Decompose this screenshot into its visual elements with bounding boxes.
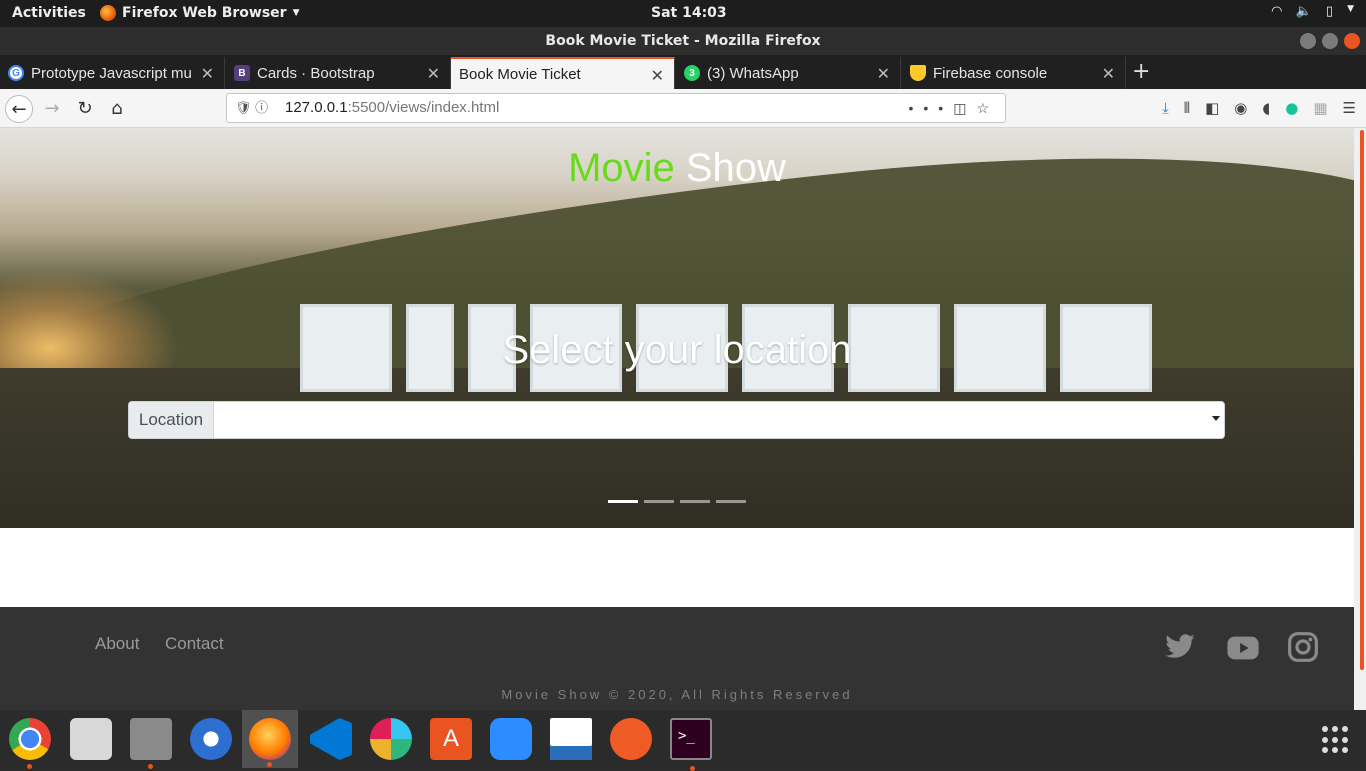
footer-link-about[interactable]: About (95, 634, 139, 654)
clock[interactable]: Sat 14:03 (651, 5, 727, 21)
brand-part-movie: Movie (568, 146, 675, 190)
rhythmbox-icon[interactable] (70, 718, 112, 760)
bookmark-star-icon[interactable]: ☆ (976, 100, 999, 116)
url-path: :5500/views/index.html (347, 99, 500, 116)
tab-label: Prototype Javascript mu (31, 64, 192, 82)
twitter-icon[interactable] (1164, 631, 1198, 665)
postman-icon[interactable] (610, 718, 652, 760)
system-tray[interactable]: ◠ 🔈 ▯ ▼ (1272, 4, 1354, 19)
tab-whatsapp[interactable]: 3 (3) WhatsApp ✕ (676, 57, 901, 89)
site-footer: About Contact Movie Show © 2020, All Rig… (0, 607, 1354, 710)
tab-bar: G Prototype Javascript mu ✕ B Cards · Bo… (0, 55, 1366, 89)
chevron-down-icon: ▼ (1347, 4, 1354, 14)
software-icon[interactable]: A (430, 718, 472, 760)
zoom-icon[interactable] (490, 718, 532, 760)
toolbar-icons: ⤓ ⫴ ◧ ◉ ◖ ● ▦ ☰ (1162, 99, 1356, 117)
tab-label: Cards · Bootstrap (257, 64, 375, 82)
chevron-down-icon: ▼ (292, 8, 300, 18)
bootstrap-icon: B (234, 65, 250, 81)
reload-button[interactable]: ↻ (71, 95, 99, 123)
library-icon[interactable]: ⫴ (1184, 99, 1190, 117)
close-tab-icon[interactable]: ✕ (651, 66, 664, 86)
footer-link-contact[interactable]: Contact (165, 634, 224, 654)
more-actions-icon[interactable]: ••• (908, 100, 953, 116)
close-tab-icon[interactable]: ✕ (201, 64, 214, 84)
tab-label: (3) WhatsApp (707, 64, 799, 82)
close-tab-icon[interactable]: ✕ (877, 64, 890, 84)
tab-cards-bootstrap[interactable]: B Cards · Bootstrap ✕ (226, 57, 451, 89)
close-tab-icon[interactable]: ✕ (427, 64, 440, 84)
location-input-group: Location (128, 401, 1225, 439)
url-host: 127.0.0.1 (285, 99, 348, 116)
writer-icon[interactable] (550, 718, 592, 760)
firefox-icon (249, 718, 291, 760)
show-applications-icon[interactable] (1322, 726, 1350, 754)
site-info-icons[interactable]: 🛡 ⓘ (235, 94, 268, 122)
app-menu[interactable]: Firefox Web Browser ▼ (100, 5, 300, 21)
page-viewport: Movie Show Select your location Location… (0, 128, 1354, 710)
chrome-icon[interactable] (9, 718, 51, 769)
pocket-icon[interactable]: ◫ (953, 100, 976, 116)
home-button[interactable]: ⌂ (103, 95, 131, 123)
carousel-indicator[interactable] (644, 500, 674, 503)
tab-label: Book Movie Ticket (459, 65, 581, 83)
hero-heading: Select your location (502, 328, 852, 372)
tab-book-movie-ticket[interactable]: Book Movie Ticket ✕ (451, 57, 675, 89)
sidebar-icon[interactable]: ◧ (1205, 99, 1219, 117)
files-icon[interactable] (130, 718, 172, 769)
thunderbird-icon[interactable] (190, 718, 232, 760)
page-actions[interactable]: •••◫☆ (908, 94, 999, 122)
wifi-icon: ◠ (1271, 4, 1282, 19)
footer-copyright: Movie Show © 2020, All Rights Reserved (501, 687, 853, 702)
tab-prototype-javascript[interactable]: G Prototype Javascript mu ✕ (0, 57, 225, 89)
back-button[interactable]: ← (5, 95, 33, 123)
carousel-indicators (608, 500, 746, 503)
carousel-indicator[interactable] (680, 500, 710, 503)
tab-label: Firebase console (933, 64, 1048, 82)
chevron-down-icon (1212, 416, 1220, 421)
close-tab-icon[interactable]: ✕ (1102, 64, 1115, 84)
maximize-button[interactable] (1322, 33, 1338, 49)
extension-icon[interactable]: ◖ (1262, 99, 1270, 117)
ubuntu-dock: A >_ (0, 710, 1366, 771)
battery-icon: ▯ (1325, 4, 1334, 19)
slack-icon[interactable] (370, 718, 412, 760)
page-scrollbar[interactable] (1354, 128, 1366, 710)
volume-icon: 🔈 (1295, 4, 1312, 19)
location-select[interactable] (214, 401, 1225, 439)
activities-button[interactable]: Activities (12, 5, 86, 21)
scrollbar-thumb[interactable] (1360, 130, 1364, 670)
navigation-toolbar: ← → ↻ ⌂ 🛡 ⓘ 127.0.0.1:5500/views/index.h… (0, 89, 1366, 128)
site-brand[interactable]: Movie Show (0, 146, 1354, 191)
firefox-dock-slot[interactable] (242, 710, 298, 768)
firefox-icon (100, 5, 116, 21)
download-icon[interactable]: ⤓ (1162, 99, 1169, 117)
window-titlebar: Book Movie Ticket - Mozilla Firefox (0, 27, 1366, 55)
forward-button[interactable]: → (38, 95, 66, 123)
url-bar[interactable]: 🛡 ⓘ 127.0.0.1:5500/views/index.html •••◫… (226, 93, 1006, 123)
hero-carousel: Movie Show Select your location Location (0, 128, 1354, 528)
terminal-icon[interactable]: >_ (670, 718, 712, 771)
extension-icon[interactable]: ▦ (1313, 99, 1327, 117)
firebase-icon (910, 65, 926, 81)
youtube-icon[interactable] (1225, 631, 1259, 665)
carousel-indicator[interactable] (716, 500, 746, 503)
menu-icon[interactable]: ☰ (1343, 99, 1356, 117)
instagram-icon[interactable] (1287, 631, 1321, 665)
vscode-icon[interactable] (310, 718, 352, 760)
grammarly-icon[interactable]: ● (1285, 99, 1298, 117)
close-window-button[interactable] (1344, 33, 1360, 49)
location-label: Location (128, 401, 214, 439)
google-icon: G (8, 65, 24, 81)
tab-firebase-console[interactable]: Firebase console ✕ (902, 57, 1126, 89)
whatsapp-icon: 3 (684, 65, 700, 81)
minimize-button[interactable] (1300, 33, 1316, 49)
app-menu-label: Firefox Web Browser (122, 5, 287, 21)
system-top-bar: Activities Firefox Web Browser ▼ Sat 14:… (0, 0, 1366, 27)
brand-part-show: Show (674, 146, 786, 190)
window-title: Book Movie Ticket - Mozilla Firefox (545, 33, 821, 49)
account-icon[interactable]: ◉ (1234, 99, 1247, 117)
carousel-indicator[interactable] (608, 500, 638, 503)
new-tab-button[interactable]: + (1132, 59, 1150, 84)
